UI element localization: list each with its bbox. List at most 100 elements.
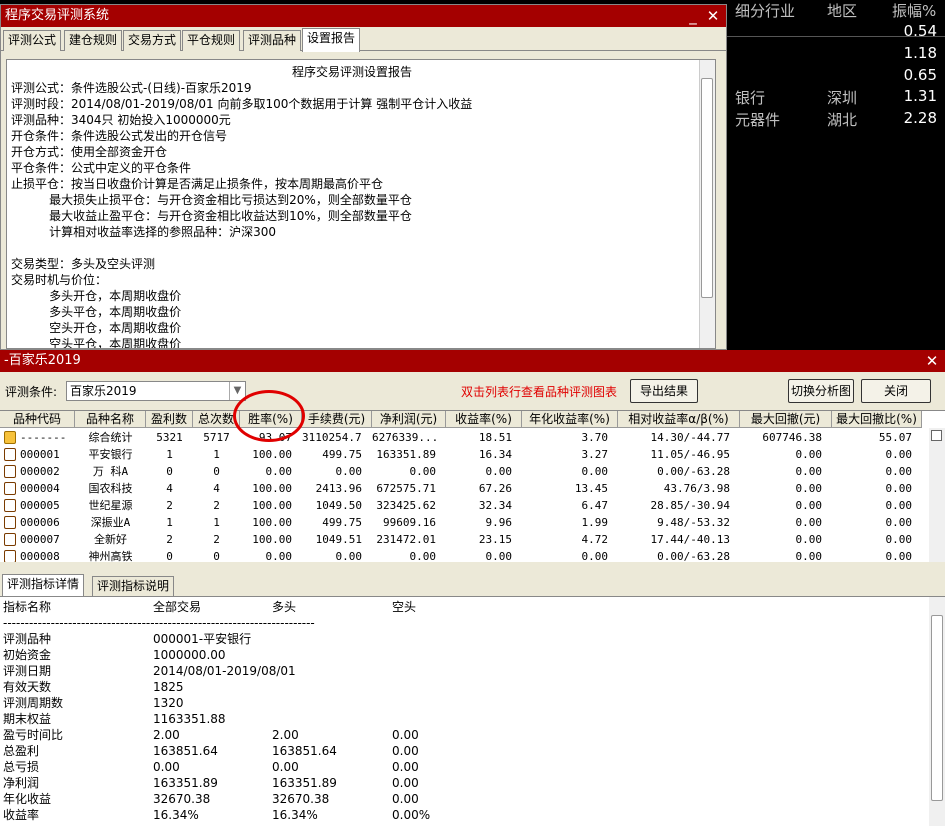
scroll-thumb[interactable] [701, 78, 713, 298]
condition-value: 百家乐2019 [70, 384, 137, 398]
window-titlebar[interactable]: -百家乐2019 ✕ [0, 350, 945, 372]
condition-select[interactable]: 百家乐2019 ▼ [66, 381, 246, 401]
report-heading: 程序交易评测设置报告 [291, 65, 412, 79]
table-cell: 67.26 [478, 482, 512, 495]
detail-cell: 2014/08/01-2019/08/01 [153, 664, 296, 678]
table-cell: 0.00 [485, 550, 513, 562]
column-header[interactable]: 品种名称 [75, 411, 146, 428]
table-cell: 0.00 [795, 533, 823, 546]
scroll-thumb[interactable] [931, 615, 943, 801]
minimize-icon[interactable]: _ [684, 7, 702, 25]
table-row[interactable]: ------- 综合统计 5321 5717 93.07 3110254.79 627633… [0, 429, 928, 446]
close-button[interactable]: 关闭 [861, 379, 931, 403]
stock-row[interactable]: 银行 深圳 1.31 [727, 87, 945, 109]
document-icon [4, 499, 16, 512]
stock-row[interactable]: 0.65 [727, 66, 945, 88]
industry-cell: 元器件 [735, 111, 781, 129]
column-header-region[interactable]: 地区 [827, 0, 857, 20]
report-line: 最大损失止损平仓：与开仓资金相比亏损达到20%，则全部数量平仓 [11, 193, 412, 207]
detail-cell: 32670.38 [153, 792, 211, 806]
table-cell: 100.00 [252, 482, 292, 495]
table-row[interactable]: 000005 世纪星源 2 2 100.00 1049.50 323425.62 32.34 6… [0, 497, 928, 514]
document-icon [4, 550, 16, 562]
vertical-scrollbar[interactable] [929, 428, 945, 562]
tab-formula[interactable]: 评测公式 [3, 30, 62, 51]
stock-row[interactable]: 0.54 [727, 22, 945, 44]
table-row[interactable]: 000008 神州高铁 0 0 0.00 0.00 0.00 0.00 0.00 0.00/-63… [0, 548, 928, 562]
column-header[interactable]: 相对收益率α/β(%) [618, 411, 740, 428]
column-header[interactable]: 净利润(元) [372, 411, 446, 428]
condition-label: 评测条件: [5, 385, 58, 399]
tab-trade-mode[interactable]: 交易方式 [123, 30, 182, 51]
column-header-industry[interactable]: 细分行业 [735, 0, 795, 20]
close-icon[interactable]: ✕ [923, 352, 941, 370]
tab-report[interactable]: 设置报告 [302, 28, 361, 52]
table-cell: 6276339... [372, 431, 436, 444]
table-cell: 0.00 [795, 516, 823, 529]
column-header[interactable]: 品种代码 [0, 411, 75, 428]
detail-cell: 0.00 [392, 792, 419, 806]
column-header[interactable]: 最大回撤比(%) [832, 411, 922, 428]
column-header[interactable]: 收益率(%) [446, 411, 522, 428]
tab-instruments[interactable]: 评测品种 [243, 30, 302, 51]
report-line: 多头开仓，本周期收盘价 [11, 289, 182, 303]
table-row[interactable]: 000004 国农科技 4 4 100.00 2413.96 672575.71 67.26 1… [0, 480, 928, 497]
table-cell: 231472.01 [376, 533, 436, 546]
report-line: 开仓方式：使用全部资金开仓 [11, 145, 168, 159]
report-line: 评测品种：3404只 初始投入1000000元 [11, 113, 231, 127]
table-row[interactable]: 000001 平安银行 1 1 100.00 499.75 163351.89 16.34 3.… [0, 446, 928, 463]
table-row[interactable]: 000002 万 科A 0 0 0.00 0.00 0.00 0.00 0.00 0.00/-63… [0, 463, 928, 480]
vertical-scrollbar[interactable] [699, 60, 715, 348]
table-cell: 43.76/3.98 [663, 482, 730, 495]
table-cell: 607746.38 [762, 431, 822, 444]
table-cell: 28.85/-30.94 [650, 499, 730, 512]
stock-row[interactable]: 元器件 湖北 2.28 [727, 109, 945, 131]
table-cell: 国农科技 [88, 482, 133, 495]
table-cell: 000007 [20, 533, 60, 546]
table-cell: 0.00 [885, 499, 913, 512]
vertical-scrollbar[interactable] [929, 597, 945, 826]
table-cell: 000001 [20, 448, 60, 461]
table-cell: 000006 [20, 516, 60, 529]
detail-cell: 2.00 [272, 728, 299, 742]
table-cell: 1049.51 [315, 533, 362, 546]
table-cell: 100.00 [252, 499, 292, 512]
tab-open-rules[interactable]: 建仓规则 [64, 30, 123, 51]
export-button[interactable]: 导出结果 [630, 379, 698, 403]
report-line: 评测公式：条件选股公式-(日线)-百家乐2019 [11, 81, 252, 95]
detail-cell: 1163351.88 [153, 712, 226, 726]
table-cell: 5717 [203, 431, 230, 444]
scroll-box[interactable] [931, 430, 942, 441]
detail-cell: 收益率 [3, 808, 40, 822]
switch-chart-button[interactable]: 切换分析图 [788, 379, 854, 403]
column-header[interactable]: 盈利数 [146, 411, 193, 428]
region-cell: 湖北 [827, 111, 858, 129]
table-cell: 2 [166, 533, 173, 546]
column-header[interactable]: 手续费(元) [302, 411, 372, 428]
column-header[interactable]: 最大回撤(元) [740, 411, 832, 428]
table-cell: 0.00 [885, 533, 913, 546]
column-header[interactable]: 年化收益率(%) [522, 411, 618, 428]
table-cell: 6.47 [581, 499, 609, 512]
table-cell: 0.00 [581, 550, 609, 562]
window-titlebar[interactable]: 程序交易评测系统 _ ✕ [1, 5, 726, 27]
table-cell: 55.07 [878, 431, 912, 444]
table-row[interactable]: 000007 全新好 2 2 100.00 1049.51 231472.01 23.15 4.… [0, 531, 928, 548]
report-line: 止损平仓：按当日收盘价计算是否满足止损条件，按本周期最高价平仓 [11, 177, 384, 191]
close-icon[interactable]: ✕ [704, 7, 722, 25]
evaluation-result-window: -百家乐2019 ✕ 评测条件: 百家乐2019 ▼ 双击列表行查看品种评测图表… [0, 350, 945, 826]
tab-description[interactable]: 评测指标说明 [92, 576, 175, 596]
window-title: 程序交易评测系统 [5, 8, 110, 23]
table-cell: 0 [166, 550, 173, 562]
table-cell: 000004 [20, 482, 60, 495]
column-header-amplitude[interactable]: 振幅% [892, 0, 936, 20]
tab-close-rules[interactable]: 平仓规则 [182, 30, 241, 51]
table-cell: 0.00 [409, 465, 437, 478]
detail-cell: 有效天数 [3, 680, 52, 694]
detail-header: 全部交易 [153, 600, 202, 614]
table-cell: 综合统计 [88, 431, 133, 444]
stock-row[interactable]: 1.18 [727, 44, 945, 66]
table-cell: 3110254.79 [302, 431, 362, 444]
tab-detail[interactable]: 评测指标详情 [2, 574, 85, 596]
table-row[interactable]: 000006 深振业A 1 1 100.00 499.75 99609.16 9.96 1.99… [0, 514, 928, 531]
